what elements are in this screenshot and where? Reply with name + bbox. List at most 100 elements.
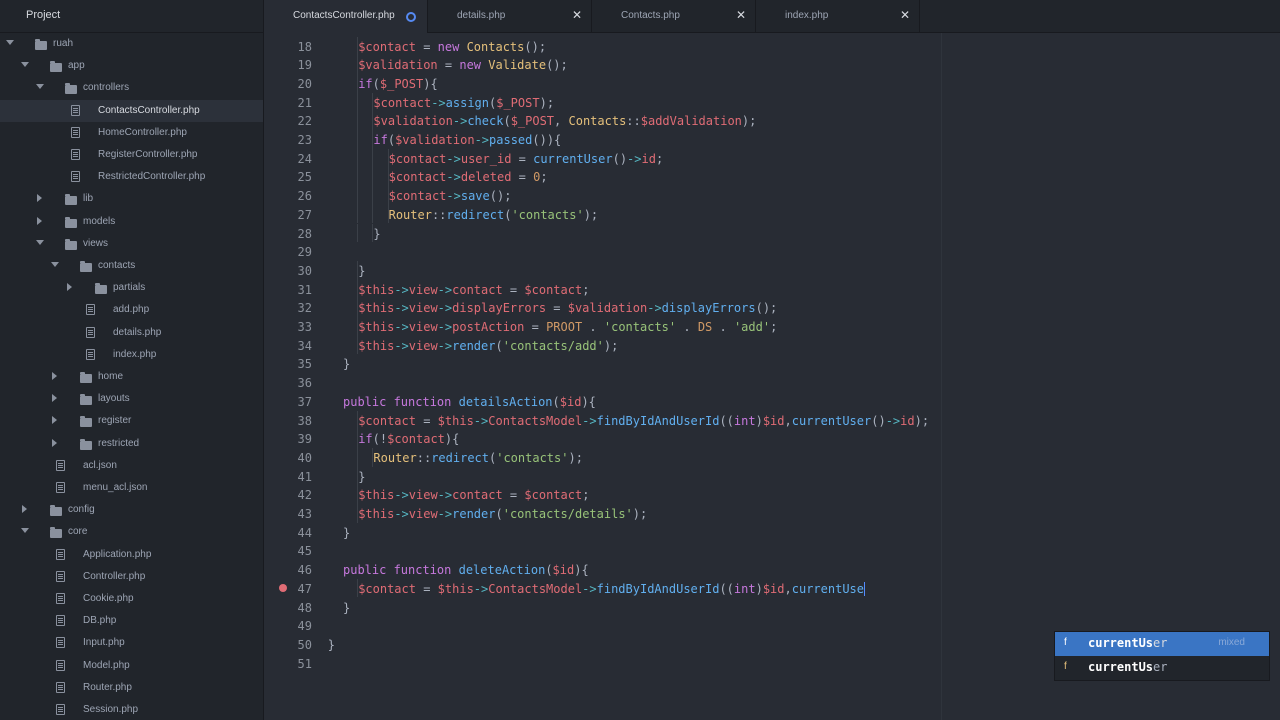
code-line[interactable]: 36 bbox=[264, 373, 1280, 392]
code-token: $contact bbox=[358, 39, 416, 54]
code-line[interactable]: 30} bbox=[264, 260, 1280, 280]
tab-details-php[interactable]: details.php ✕ bbox=[428, 0, 592, 32]
code-line[interactable]: 44} bbox=[264, 523, 1280, 542]
code-line[interactable]: 25 $contact->deleted = 0; bbox=[264, 167, 1280, 187]
code-token: 'contacts' bbox=[603, 320, 677, 334]
code-line[interactable]: 40 Router::redirect('contacts'); bbox=[264, 447, 1280, 467]
code-token: } bbox=[358, 263, 366, 278]
close-icon[interactable]: ✕ bbox=[572, 9, 582, 21]
tree-file-acl-json[interactable]: acl.json bbox=[0, 455, 263, 477]
tree-folder-core[interactable]: core bbox=[0, 521, 263, 543]
modified-indicator-icon[interactable] bbox=[406, 12, 416, 22]
code-line[interactable]: 28} bbox=[264, 223, 1280, 243]
code-line[interactable]: 29 bbox=[264, 242, 1280, 261]
tree-file-db-php[interactable]: DB.php bbox=[0, 610, 263, 632]
code-line[interactable]: 33 $this->view->postAction = PROOT . 'con… bbox=[264, 317, 1280, 336]
tree-folder-config[interactable]: config bbox=[0, 499, 263, 521]
line-number: 45 bbox=[297, 544, 312, 559]
chevron-right-icon[interactable] bbox=[52, 372, 57, 380]
chevron-down-icon[interactable] bbox=[6, 40, 14, 45]
code-line[interactable]: 31 $this->view->contact = $contact; bbox=[264, 279, 1280, 299]
tree-file-controller-php[interactable]: Controller.php bbox=[0, 566, 263, 588]
code-token: passed bbox=[489, 133, 533, 147]
tree-folder-models[interactable]: models bbox=[0, 211, 263, 233]
tree-file-application-php[interactable]: Application.php bbox=[0, 544, 263, 566]
tab-contactscontroller-php[interactable]: ContactsController.php bbox=[264, 0, 428, 33]
chevron-right-icon[interactable] bbox=[37, 216, 42, 225]
chevron-right-icon[interactable] bbox=[37, 194, 42, 203]
tree-file-router-php[interactable]: Router.php bbox=[0, 677, 263, 699]
tree-folder-views[interactable]: views bbox=[0, 233, 263, 255]
tree-file-index-php[interactable]: index.php bbox=[0, 344, 263, 366]
code-line[interactable]: 47 $contact = $this->ContactsModel->findB… bbox=[264, 578, 1280, 598]
tree-folder-layouts[interactable]: layouts bbox=[0, 388, 263, 410]
tree-folder-register[interactable]: register bbox=[0, 410, 263, 432]
tree-file-cookie-php[interactable]: Cookie.php bbox=[0, 588, 263, 610]
tab-index-php[interactable]: index.php ✕ bbox=[756, 0, 920, 32]
tree-file-session-php[interactable]: Session.php bbox=[0, 699, 263, 720]
tree-folder-ruah[interactable]: ruah bbox=[0, 33, 263, 55]
code-text: if($validation->passed()){ bbox=[373, 133, 561, 147]
code-line[interactable]: 34 $this->view->render('contacts/add'); bbox=[264, 335, 1280, 355]
code-line[interactable]: 23 if($validation->passed()){ bbox=[264, 130, 1280, 149]
tree-file-input-php[interactable]: Input.php bbox=[0, 632, 263, 654]
chevron-down-icon[interactable] bbox=[21, 528, 29, 534]
chevron-right-icon[interactable] bbox=[52, 438, 57, 447]
code-line[interactable]: 35} bbox=[264, 354, 1280, 373]
code-line[interactable]: 27 Router::redirect('contacts'); bbox=[264, 204, 1280, 224]
autocomplete-item[interactable]: f currentUser bbox=[1055, 656, 1269, 680]
code-line[interactable]: 21 $contact->assign($_POST); bbox=[264, 92, 1280, 112]
tree-folder-app[interactable]: app bbox=[0, 55, 263, 77]
tree-file-menu-acl-json[interactable]: menu_acl.json bbox=[0, 477, 263, 499]
chevron-down-icon[interactable] bbox=[21, 62, 29, 68]
tree-file-details-php[interactable]: details.php bbox=[0, 322, 263, 344]
code-line[interactable]: 26 $contact->save(); bbox=[264, 186, 1280, 205]
close-icon[interactable]: ✕ bbox=[736, 9, 746, 21]
tree-file-restrictedcontroller-php[interactable]: RestrictedController.php bbox=[0, 166, 263, 188]
code-token: -> bbox=[627, 151, 642, 166]
tree-file-add-php[interactable]: add.php bbox=[0, 299, 263, 321]
autocomplete-item[interactable]: f currentUser mixed bbox=[1055, 632, 1269, 656]
code-line[interactable]: 43 $this->view->render('contacts/details'… bbox=[264, 504, 1280, 523]
code-line[interactable]: 18 $contact = new Contacts(); bbox=[264, 36, 1280, 56]
code-token: } bbox=[327, 637, 336, 652]
tree-file-model-php[interactable]: Model.php bbox=[0, 655, 263, 677]
tree-folder-home[interactable]: home bbox=[0, 366, 263, 388]
project-sidebar: Project ruah app controllers ContactsContro… bbox=[0, 0, 264, 720]
chevron-right-icon[interactable] bbox=[67, 283, 72, 292]
chevron-right-icon[interactable] bbox=[52, 394, 57, 403]
code-line[interactable]: 39 if(!$contact){ bbox=[264, 429, 1280, 448]
code-line[interactable]: 45 bbox=[264, 541, 1280, 560]
code-line[interactable]: 32 $this->view->displayErrors = $validati… bbox=[264, 298, 1280, 317]
chevron-down-icon[interactable] bbox=[51, 262, 59, 267]
code-line[interactable]: 38 $contact = $this->ContactsModel->findB… bbox=[264, 410, 1280, 430]
code-token: -> bbox=[473, 413, 489, 428]
code-line[interactable]: 24 $contact->user_id = currentUser()->id; bbox=[264, 148, 1280, 168]
code-line[interactable]: 22 $validation->check($_POST, Contacts::$… bbox=[264, 111, 1280, 130]
close-icon[interactable]: ✕ bbox=[900, 9, 910, 21]
code-line[interactable]: 46 public function deleteAction($id){ bbox=[264, 560, 1280, 579]
code-token: $validation bbox=[358, 58, 438, 73]
tree-folder-contacts[interactable]: contacts bbox=[0, 255, 263, 277]
chevron-down-icon[interactable] bbox=[36, 84, 44, 90]
tree-file-homecontroller-php[interactable]: HomeController.php bbox=[0, 122, 263, 144]
code-line[interactable]: 41} bbox=[264, 466, 1280, 486]
tree-folder-restricted[interactable]: restricted bbox=[0, 433, 263, 455]
code-line[interactable]: 37 public function detailsAction($id){ bbox=[264, 392, 1280, 411]
code-line[interactable]: 19 $validation = new Validate(); bbox=[264, 55, 1280, 74]
chevron-down-icon[interactable] bbox=[36, 239, 44, 245]
tab-contacts-php[interactable]: Contacts.php ✕ bbox=[592, 0, 756, 32]
code-line[interactable]: 42 $this->view->contact = $contact; bbox=[264, 485, 1280, 504]
code-token: ){ bbox=[444, 432, 460, 447]
code-text: } bbox=[343, 357, 350, 371]
tree-folder-partials[interactable]: partials bbox=[0, 277, 263, 299]
code-line[interactable]: 20 if($_POST){ bbox=[264, 73, 1280, 93]
chevron-right-icon[interactable] bbox=[22, 505, 27, 514]
tree-folder-lib[interactable]: lib bbox=[0, 188, 263, 210]
code-editor[interactable]: 18 $contact = new Contacts(); 19 $validatio… bbox=[264, 33, 1280, 720]
chevron-right-icon[interactable] bbox=[52, 416, 57, 425]
code-line[interactable]: 48} bbox=[264, 598, 1280, 617]
tree-file-contactscontroller-php[interactable]: ContactsController.php bbox=[0, 99, 263, 122]
tree-folder-controllers[interactable]: controllers bbox=[0, 77, 263, 99]
tree-file-registercontroller-php[interactable]: RegisterController.php bbox=[0, 144, 263, 166]
